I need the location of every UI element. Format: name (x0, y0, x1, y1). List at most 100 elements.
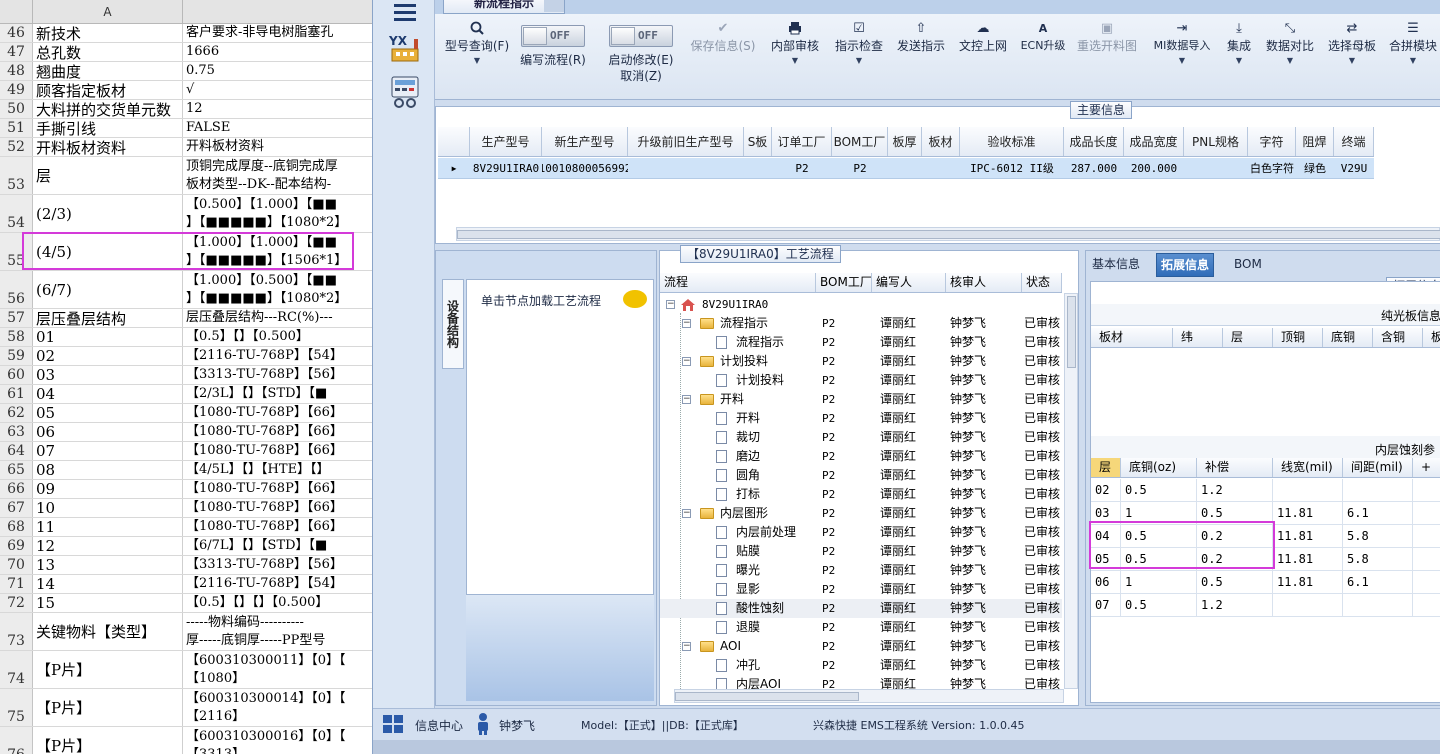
table-cell[interactable]: 07 (1091, 594, 1121, 616)
column-header[interactable]: 顶铜 (1273, 328, 1323, 347)
cell-a[interactable]: 13 (33, 556, 183, 574)
tree-row[interactable]: − 开料 P2 谭丽红 钟梦飞 已审核 (660, 390, 1062, 409)
cell-a[interactable]: 新技术 (33, 24, 183, 42)
table-cell[interactable]: 0.5 (1121, 525, 1197, 547)
row-number[interactable]: 67 (0, 499, 33, 517)
tab-close-icon[interactable] (544, 0, 564, 12)
cell-b[interactable]: 【2116-TU-768P】【54】 (184, 575, 372, 593)
column-header[interactable]: 验收标准 (960, 127, 1064, 156)
table-row[interactable]: 02 0.5 1.2 (1091, 479, 1440, 502)
cell-a[interactable]: 【P片】 (33, 651, 183, 688)
table-cell[interactable]: 0.2 (1197, 525, 1273, 547)
row-number[interactable]: 63 (0, 423, 33, 441)
row-number[interactable]: 54 (0, 195, 33, 232)
column-header[interactable]: 升级前旧生产型号 (628, 127, 744, 156)
row-number[interactable]: 64 (0, 442, 33, 460)
tree-node[interactable]: 贴膜 (660, 542, 816, 561)
cell-a[interactable]: 15 (33, 594, 183, 612)
horizontal-scrollbar[interactable] (456, 227, 1440, 241)
collapse-toggle-icon[interactable]: − (682, 509, 691, 518)
table-cell[interactable]: 04 (1091, 525, 1121, 547)
cell-b[interactable]: 【1.000】【1.000】【■■ 】【■■■■■】【1506*1】 (184, 233, 372, 270)
cell-b[interactable]: 顶铜完成厚度--底铜完成厚 板材类型--DK--配本结构- (184, 157, 372, 194)
table-cell[interactable]: 11.81 (1273, 571, 1343, 593)
column-header[interactable]: 成品宽度 (1124, 127, 1184, 156)
table-cell[interactable]: P2 (832, 158, 888, 178)
tree-node[interactable]: 退膜 (660, 618, 816, 637)
collapse-toggle-icon[interactable]: − (682, 357, 691, 366)
tree-row[interactable]: 裁切 P2 谭丽红 钟梦飞 已审核 (660, 428, 1062, 447)
model-query-button[interactable]: 型号查询(F) ▼ (439, 18, 515, 92)
merge-module-button[interactable]: ☰ 合拼模块 ▼ (1385, 18, 1440, 92)
cell-b[interactable]: -----物料编码---------- 厚-----底铜厚-----PP型号 (184, 613, 372, 650)
table-cell[interactable]: 0.2 (1197, 548, 1273, 570)
column-header[interactable]: PNL规格 (1184, 127, 1248, 156)
column-header[interactable]: 流程 (660, 273, 816, 292)
table-cell[interactable]: 0.5 (1121, 479, 1197, 501)
info-center-link[interactable]: 信息中心 (415, 717, 463, 734)
upload-web-button[interactable]: ☁ 文控上网 (953, 18, 1013, 92)
column-header[interactable]: 阻焊 (1296, 127, 1334, 156)
device-tree-area[interactable]: 单击节点加载工艺流程 (466, 279, 654, 595)
column-header[interactable]: 字符 (1248, 127, 1296, 156)
column-header[interactable]: BOM工厂 (816, 273, 872, 292)
cell-a[interactable]: 翘曲度 (33, 62, 183, 80)
tree-node[interactable]: 酸性蚀刻 (660, 599, 816, 618)
table-cell[interactable]: 287.000 (1064, 158, 1124, 178)
row-number[interactable]: 57 (0, 309, 33, 327)
tree-row[interactable]: 酸性蚀刻 P2 谭丽红 钟梦飞 已审核 (660, 599, 1062, 618)
row-number[interactable]: 61 (0, 385, 33, 403)
table-cell[interactable]: 06 (1091, 571, 1121, 593)
tree-row[interactable]: 流程指示 P2 谭丽红 钟梦飞 已审核 (660, 333, 1062, 352)
tree-row[interactable]: 开料 P2 谭丽红 钟梦飞 已审核 (660, 409, 1062, 428)
row-number[interactable]: 47 (0, 43, 33, 61)
cell-b[interactable]: 【0.5】【】【】【0.500】 (184, 594, 372, 612)
cell-b[interactable]: 12 (184, 100, 372, 118)
device-structure-tab[interactable]: 设备结构 (442, 279, 464, 369)
table-cell[interactable]: 绿色 (1296, 158, 1334, 178)
instruction-check-button[interactable]: ☑ 指示检查 ▼ (829, 18, 889, 92)
cell-a[interactable]: 06 (33, 423, 183, 441)
column-header[interactable]: 层 (1091, 458, 1121, 477)
table-cell[interactable] (628, 158, 744, 178)
tree-node[interactable]: 流程指示 (660, 333, 816, 352)
tree-node[interactable]: 开料 (660, 409, 816, 428)
tree-row[interactable]: − 8V29U1IRA0 (660, 295, 1062, 314)
table-cell[interactable] (1273, 479, 1343, 501)
table-cell[interactable]: 1 (1121, 571, 1197, 593)
column-header[interactable]: 新生产型号 (542, 127, 628, 156)
tab-new-process[interactable]: 新流程指示 (443, 0, 565, 14)
column-header[interactable]: S板 (744, 127, 772, 156)
row-number[interactable]: 76 (0, 727, 33, 754)
cell-a[interactable]: 09 (33, 480, 183, 498)
collapse-toggle-icon[interactable]: − (682, 395, 691, 404)
collapse-toggle-icon[interactable]: − (666, 300, 675, 309)
table-cell[interactable]: 5.8 (1343, 525, 1413, 547)
column-header[interactable]: 成品长度 (1064, 127, 1124, 156)
cell-b[interactable]: 【600310300016】【0】【 【3313】 (184, 727, 372, 754)
table-cell[interactable]: IPC-6012 II级 (960, 158, 1064, 178)
tree-row[interactable]: − 计划投料 P2 谭丽红 钟梦飞 已审核 (660, 352, 1062, 371)
row-number[interactable]: 51 (0, 119, 33, 137)
horizontal-scrollbar[interactable] (674, 689, 1064, 703)
row-number[interactable]: 50 (0, 100, 33, 118)
write-process-toggle[interactable]: OFF (521, 25, 585, 47)
row-number[interactable]: 52 (0, 138, 33, 156)
cell-b[interactable]: 【1080-TU-768P】【66】 (184, 404, 372, 422)
row-number[interactable]: 49 (0, 81, 33, 99)
table-cell[interactable]: 0.5 (1121, 548, 1197, 570)
table-row[interactable]: 05 0.5 0.2 11.81 5.8 (1091, 548, 1440, 571)
table-cell[interactable] (1343, 479, 1413, 501)
row-number[interactable]: 58 (0, 328, 33, 346)
cell-a[interactable]: 05 (33, 404, 183, 422)
tab-extended-info[interactable]: 拓展信息 (1156, 253, 1215, 277)
tree-row[interactable]: − 内层图形 P2 谭丽红 钟梦飞 已审核 (660, 504, 1062, 523)
table-cell[interactable] (1184, 158, 1248, 178)
cancel-button[interactable]: 取消(Z) (601, 68, 681, 84)
tree-node[interactable]: 曝光 (660, 561, 816, 580)
cell-a[interactable]: 02 (33, 347, 183, 365)
cell-b[interactable]: 开料板材资料 (184, 138, 372, 156)
table-cell[interactable]: 1.2 (1197, 479, 1273, 501)
tree-node[interactable]: − 计划投料 (660, 352, 816, 371)
table-cell[interactable]: 1 (1121, 502, 1197, 524)
